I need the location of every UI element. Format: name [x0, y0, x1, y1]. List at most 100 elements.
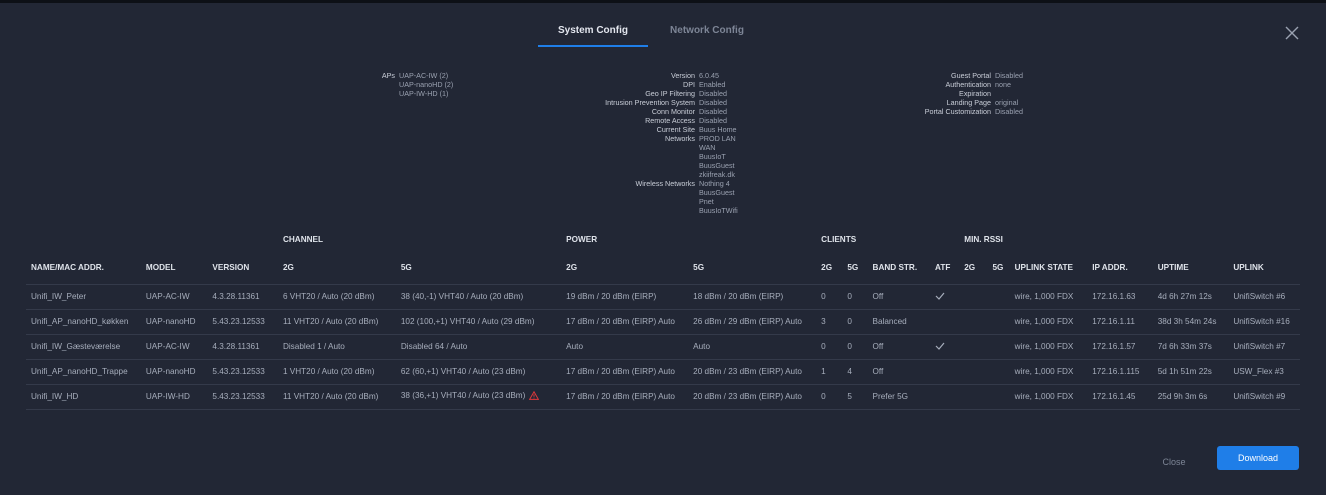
summary-row: Pnet [0, 197, 738, 206]
summary-key: Portal Customization [924, 107, 991, 116]
cell-version: 4.3.28.11361 [207, 334, 278, 360]
column-header[interactable]: UPLINK STATE [1009, 252, 1088, 285]
summary-value: none [995, 80, 1011, 89]
cell-pw2g: 17 dBm / 20 dBm (EIRP) Auto [561, 384, 689, 410]
cell-text: 7d 6h 33m 37s [1157, 342, 1212, 351]
cell-cl5g: 0 [842, 284, 868, 310]
summary-key [0, 143, 699, 152]
table-row[interactable]: Unifi_IW_Peter UAP-AC-IW 4.3.28.11361 6 VHT… [26, 284, 1300, 310]
cell-cl5g: 0 [842, 334, 868, 360]
cell-ch2g: 11 VHT20 / Auto (20 dBm) [277, 309, 396, 335]
cell-text: 62 (60,+1) VHT40 / Auto (23 dBm) [400, 367, 526, 376]
cell-uptime: 5d 1h 51m 22s [1152, 359, 1229, 385]
cell-ip: 172.16.1.57 [1087, 334, 1153, 360]
cell-text: 38d 3h 54m 24s [1157, 317, 1217, 326]
cell-cl5g: 0 [842, 309, 868, 335]
cell-text: Auto [566, 342, 584, 351]
column-header[interactable]: 2G [277, 252, 396, 285]
summary-value: Disabled [995, 107, 1023, 116]
cell-pw2g: 19 dBm / 20 dBm (EIRP) [561, 284, 689, 310]
table-row[interactable]: Unifi_AP_nanoHD_Trappe UAP-nanoHD 5.43.23.… [26, 359, 1300, 385]
column-header[interactable]: 5G [842, 252, 868, 285]
summary-value: Pnet [699, 197, 714, 206]
column-header[interactable]: UPTIME [1152, 252, 1229, 285]
cell-band: Prefer 5G [867, 384, 931, 410]
column-header[interactable]: VERSION [207, 252, 278, 285]
column-header[interactable]: 5G [987, 252, 1010, 285]
cell-version: 5.43.23.12533 [207, 359, 278, 385]
cell-ip: 172.16.1.45 [1087, 384, 1153, 410]
cell-band: Off [867, 359, 931, 385]
cell-text: Balanced [872, 317, 907, 326]
summary-key [0, 161, 699, 170]
cell-rs5g [987, 309, 1010, 335]
cell-text: 18 dBm / 20 dBm (EIRP) [693, 292, 784, 301]
cell-text: 172.16.1.57 [1092, 342, 1136, 351]
cell-text: wire, 1,000 FDX [1014, 317, 1074, 326]
table-row[interactable]: Unifi_IW_HD UAP-IW-HD 5.43.23.12533 11 VHT2… [26, 384, 1300, 410]
column-header[interactable]: ATF [930, 252, 960, 285]
table-row[interactable]: Unifi_AP_nanoHD_køkken UAP-nanoHD 5.43.23.… [26, 309, 1300, 335]
cell-text: 5.43.23.12533 [212, 317, 265, 326]
tab-network-config[interactable]: Network Config [648, 17, 766, 47]
cell-rs5g [987, 384, 1010, 410]
tab-system-config[interactable]: System Config [538, 17, 648, 47]
cell-ch5g: Disabled 64 / Auto [395, 334, 562, 360]
cell-text: 3 [821, 317, 826, 326]
column-header[interactable]: 2G [561, 252, 689, 285]
close-icon[interactable] [1284, 25, 1300, 41]
cell-ch5g: 102 (100,+1) VHT40 / Auto (29 dBm) [395, 309, 562, 335]
warning-icon[interactable] [529, 390, 540, 402]
cell-text: 6 VHT20 / Auto (20 dBm) [282, 292, 375, 301]
download-button[interactable]: Download [1217, 446, 1299, 470]
cell-text: Off [872, 342, 884, 351]
column-header[interactable]: IP ADDR. [1087, 252, 1153, 285]
cell-text: 4 [847, 367, 852, 376]
close-button[interactable]: Close [1150, 450, 1198, 474]
cell-name: Unifi_AP_nanoHD_køkken [26, 309, 141, 335]
column-header[interactable]: UPLINK [1228, 252, 1300, 285]
cell-ip: 172.16.1.63 [1087, 284, 1153, 310]
column-header[interactable]: 5G [688, 252, 817, 285]
cell-text: Off [872, 292, 884, 301]
cell-text: Unifi_AP_nanoHD_køkken [31, 317, 129, 326]
summary-row: Expiration [0, 89, 1023, 98]
summary-key: Current Site [656, 125, 695, 134]
cell-text: UAP-AC-IW [145, 292, 190, 301]
cell-uplink-state: wire, 1,000 FDX [1009, 359, 1088, 385]
cell-uplink-state: wire, 1,000 FDX [1009, 334, 1088, 360]
cell-text: wire, 1,000 FDX [1014, 392, 1074, 401]
summary-guest-portal: Guest Portal Disabled Authentication none Ex… [0, 71, 1023, 116]
cell-text: 0 [821, 392, 826, 401]
column-header[interactable]: BAND STR. [867, 252, 931, 285]
summary-value: WAN [699, 143, 716, 152]
column-header[interactable]: 2G [959, 252, 988, 285]
column-header[interactable]: NAME/MAC ADDR. [26, 252, 141, 285]
column-header[interactable]: 2G [816, 252, 843, 285]
cell-ch2g: 6 VHT20 / Auto (20 dBm) [277, 284, 396, 310]
cell-version: 4.3.28.11361 [207, 284, 278, 310]
cell-model: UAP-nanoHD [140, 359, 208, 385]
cell-cl2g: 0 [816, 334, 843, 360]
table-row[interactable]: Unifi_IW_Gæsteværelse UAP-AC-IW 4.3.28.113… [26, 334, 1300, 360]
ap-config-table: CHANNEL POWER CLIENTS MIN. RSSI NAME/MAC… [26, 227, 1300, 410]
column-header[interactable]: 5G [395, 252, 562, 285]
cell-pw2g: Auto [561, 334, 689, 360]
cell-pw5g: 20 dBm / 23 dBm (EIRP) Auto [688, 359, 817, 385]
column-header[interactable]: MODEL [140, 252, 208, 285]
summary-row: Guest Portal Disabled [0, 71, 1023, 80]
summary-value: Disabled [699, 116, 727, 125]
cell-uptime: 7d 6h 33m 37s [1152, 334, 1229, 360]
cell-version: 5.43.23.12533 [207, 309, 278, 335]
table-group-header-row: CHANNEL POWER CLIENTS MIN. RSSI [26, 227, 1300, 252]
cell-rs5g [987, 284, 1010, 310]
cell-text: 102 (100,+1) VHT40 / Auto (29 dBm) [400, 317, 535, 326]
cell-name: Unifi_IW_Peter [26, 284, 141, 310]
summary-value: PROD LAN [699, 134, 736, 143]
cell-text: 17 dBm / 20 dBm (EIRP) Auto [566, 317, 675, 326]
summary-value: BuusIoT [699, 152, 726, 161]
cell-text: 172.16.1.63 [1092, 292, 1136, 301]
cell-uplink-state: wire, 1,000 FDX [1009, 309, 1088, 335]
cell-text: 172.16.1.45 [1092, 392, 1136, 401]
cell-uptime: 25d 9h 3m 6s [1152, 384, 1229, 410]
